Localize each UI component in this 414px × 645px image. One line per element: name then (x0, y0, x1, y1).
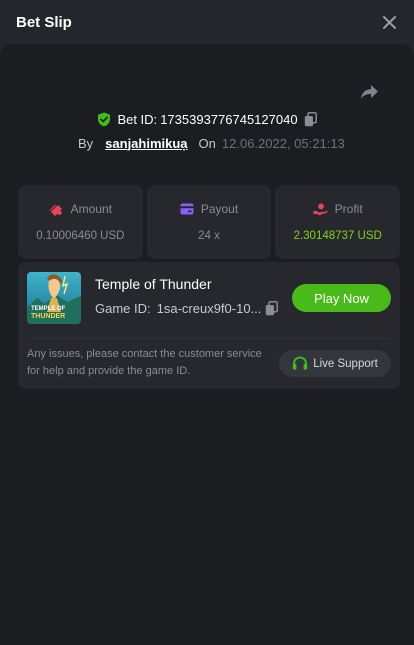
stats-row: Amount 0.10006460 USD Payout 24 x Profit… (18, 185, 401, 259)
payout-value: 24 x (198, 230, 220, 242)
hand-coin-icon (313, 203, 328, 215)
payout-card: Payout 24 x (146, 185, 272, 259)
share-icon (361, 85, 378, 99)
thumbnail-logo-text: TEMPLE OF THUNDER (27, 306, 81, 321)
wallet-icon (180, 203, 194, 215)
game-id-value: 1sa-creux9f0-10... (156, 301, 262, 316)
profit-label: Profit (334, 202, 363, 216)
copy-icon (265, 301, 278, 316)
amount-label: Amount (70, 202, 113, 216)
bet-meta-row: By sanjahimikuạ On 12.06.2022, 05:21:13 (78, 132, 345, 154)
support-notice: Any issues, please contact the customer … (27, 348, 262, 377)
page-title: Bet Slip (16, 13, 72, 31)
divider (27, 338, 391, 339)
game-id-label: Game ID: (95, 301, 151, 316)
payout-label: Payout (200, 202, 239, 216)
copy-game-id-button[interactable] (265, 301, 278, 316)
game-thumbnail[interactable]: TEMPLE OF THUNDER (27, 272, 81, 324)
headset-icon (293, 356, 308, 370)
bet-id-value: 1735393776745127040 (160, 111, 298, 127)
game-name: Temple of Thunder (95, 276, 212, 292)
thumbnail-logo-line-2: THUNDER (31, 313, 66, 320)
copy-bet-id-button[interactable] (304, 111, 317, 127)
amount-card: Amount 0.10006460 USD (18, 185, 143, 259)
copy-icon (304, 111, 317, 126)
share-button[interactable] (358, 80, 382, 104)
amount-value: 0.10006460 USD (36, 230, 125, 242)
profit-value: 2.30148737 USD (293, 230, 382, 242)
thumbnail-logo-line-1: TEMPLE OF (31, 306, 66, 312)
live-support-label: Live Support (313, 357, 378, 370)
bet-slip-header: Bet Slip (0, 0, 414, 44)
game-id-row: Game ID: 1sa-creux9f0-10... (95, 301, 278, 316)
bet-slip-panel: Bet ID: 1735393776745127040 By sanjahimi… (0, 44, 414, 645)
username-link[interactable]: sanjahimikuạ (105, 136, 187, 151)
coins-icon (49, 204, 62, 216)
live-support-button[interactable]: Live Support (279, 350, 391, 377)
profit-card: Profit 2.30148737 USD (275, 185, 401, 259)
by-label: By (78, 135, 94, 151)
shield-check-icon (98, 112, 111, 126)
bet-id-row: Bet ID: 1735393776745127040 (0, 108, 414, 130)
close-icon (382, 15, 396, 29)
bet-id-label: Bet ID: (117, 111, 158, 127)
close-button[interactable] (380, 13, 398, 31)
game-card: TEMPLE OF THUNDER Temple of Thunder Game… (18, 262, 400, 389)
on-label: On (198, 135, 216, 151)
play-now-button[interactable]: Play Now (292, 284, 391, 312)
bet-date: 12.06.2022, 05:21:13 (221, 135, 345, 151)
